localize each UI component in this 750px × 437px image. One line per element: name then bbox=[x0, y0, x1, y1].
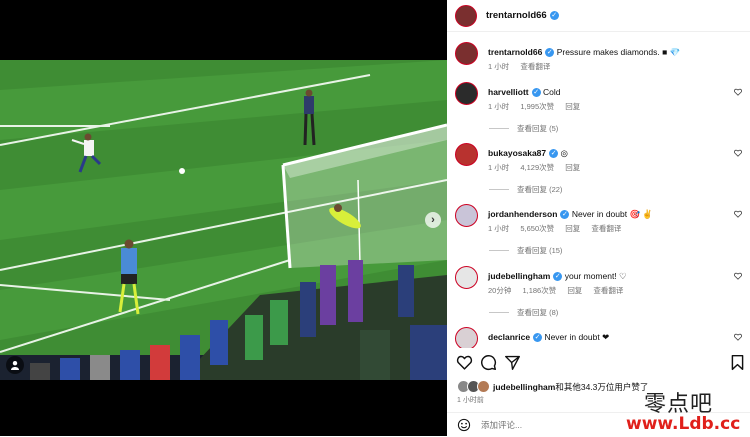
reply-link[interactable]: 回复 bbox=[567, 286, 582, 295]
heart-icon[interactable] bbox=[734, 333, 742, 341]
comment-text: ◎ bbox=[560, 148, 568, 158]
avatar[interactable] bbox=[455, 42, 478, 65]
bookmark-icon[interactable] bbox=[729, 354, 746, 371]
translate-link[interactable]: 查看翻译 bbox=[520, 62, 550, 71]
heart-icon[interactable] bbox=[456, 354, 473, 371]
comment-username[interactable]: harvelliott bbox=[488, 87, 529, 97]
verified-icon: ✓ bbox=[560, 210, 570, 220]
comment-text: Never in doubt ❤ bbox=[544, 332, 610, 342]
comment-username[interactable]: declanrice bbox=[488, 332, 530, 342]
view-replies[interactable]: 查看回复 (5) bbox=[489, 123, 558, 134]
comment-text: Cold bbox=[543, 87, 561, 97]
translate-link[interactable]: 查看翻译 bbox=[593, 286, 623, 295]
verified-icon: ✓ bbox=[549, 11, 559, 20]
comments-list[interactable]: trentarnold66 ✓ Pressure makes diamonds. … bbox=[447, 38, 750, 348]
heart-icon[interactable] bbox=[734, 210, 742, 218]
view-replies-label[interactable]: 查看回复 (5) bbox=[517, 123, 558, 134]
caption-time: 1 小时 bbox=[488, 62, 510, 71]
action-bar bbox=[447, 352, 750, 376]
comment-time: 1 小时 bbox=[488, 163, 510, 172]
caption-text: Pressure makes diamonds. bbox=[556, 47, 660, 57]
reply-link[interactable]: 回复 bbox=[565, 163, 580, 172]
avatar[interactable] bbox=[455, 4, 477, 27]
user-tag-icon[interactable] bbox=[6, 356, 24, 374]
share-icon[interactable] bbox=[504, 354, 521, 371]
view-replies[interactable]: 查看回复 (15) bbox=[489, 245, 562, 256]
caption-emojis: ■ 💎 bbox=[662, 47, 681, 57]
translate-link[interactable]: 查看翻译 bbox=[591, 224, 621, 233]
comment-username[interactable]: jordanhenderson bbox=[488, 209, 557, 219]
verified-icon: ✓ bbox=[549, 149, 559, 159]
avatar[interactable] bbox=[455, 82, 478, 105]
comment-likes[interactable]: 4,129次赞 bbox=[520, 163, 554, 172]
avatar bbox=[477, 380, 490, 393]
next-arrow-icon[interactable]: › bbox=[425, 212, 441, 228]
view-replies-label[interactable]: 查看回复 (15) bbox=[517, 245, 562, 256]
comment-username[interactable]: judebellingham bbox=[488, 271, 550, 281]
watermark: 零点吧 www.Ldb.cc bbox=[600, 386, 748, 436]
post-media[interactable]: › bbox=[0, 0, 447, 436]
heart-icon[interactable] bbox=[734, 149, 742, 157]
comment-icon[interactable] bbox=[480, 354, 497, 371]
emoji-icon[interactable] bbox=[457, 418, 471, 432]
comment-time: 20分钟 bbox=[488, 286, 512, 295]
author-username[interactable]: trentarnold66 bbox=[486, 10, 547, 21]
post-header: trentarnold66 ✓ bbox=[447, 0, 750, 32]
heart-icon[interactable] bbox=[734, 272, 742, 280]
reply-link[interactable]: 回复 bbox=[565, 102, 580, 111]
post-photo bbox=[0, 60, 447, 380]
comment-likes[interactable]: 1,995次赞 bbox=[520, 102, 554, 111]
comment-likes[interactable]: 5,650次赞 bbox=[520, 224, 554, 233]
verified-icon: ✓ bbox=[553, 272, 563, 282]
post-panel: trentarnold66 ✓ trentarnold66 ✓ Pressure … bbox=[447, 0, 750, 436]
comment-username[interactable]: bukayosaka87 bbox=[488, 148, 546, 158]
verified-icon: ✓ bbox=[531, 88, 541, 98]
posted-time: 1 小时前 bbox=[457, 397, 484, 404]
caption-username[interactable]: trentarnold66 bbox=[488, 47, 542, 57]
comment-input[interactable]: 添加评论... bbox=[481, 419, 522, 431]
reply-link[interactable]: 回复 bbox=[565, 224, 580, 233]
comment-text: Never in doubt 🎯 ✌ bbox=[571, 209, 653, 219]
view-replies-label[interactable]: 查看回复 (8) bbox=[517, 307, 558, 318]
avatar[interactable] bbox=[455, 143, 478, 166]
view-replies[interactable]: 查看回复 (22) bbox=[489, 184, 562, 195]
view-replies[interactable]: 查看回复 (8) bbox=[489, 307, 558, 318]
comment-text: your moment! ♡ bbox=[564, 271, 627, 281]
avatar[interactable] bbox=[455, 266, 478, 289]
comment-time: 1 小时 bbox=[488, 102, 510, 111]
heart-icon[interactable] bbox=[734, 88, 742, 96]
comment-likes[interactable]: 1,186次赞 bbox=[522, 286, 556, 295]
avatar[interactable] bbox=[455, 204, 478, 227]
comment-time: 1 小时 bbox=[488, 224, 510, 233]
watermark-url: www.Ldb.cc bbox=[626, 414, 741, 434]
verified-icon: ✓ bbox=[533, 333, 543, 343]
view-replies-label[interactable]: 查看回复 (22) bbox=[517, 184, 562, 195]
verified-icon: ✓ bbox=[545, 48, 555, 58]
likes-user[interactable]: judebellingham bbox=[493, 382, 555, 392]
avatar[interactable] bbox=[455, 327, 478, 348]
